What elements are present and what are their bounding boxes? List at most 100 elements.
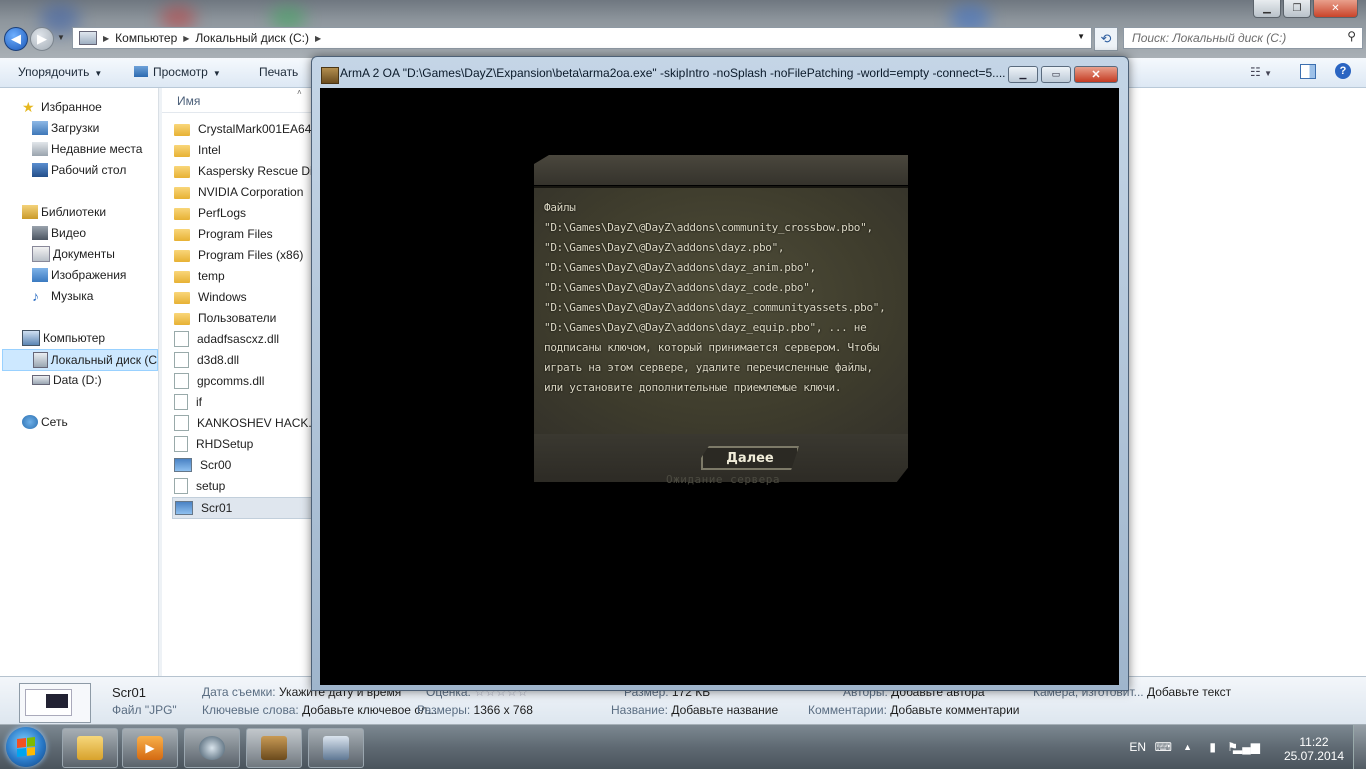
file-row[interactable]: CrystalMark001EA64D [174,119,312,139]
print-button[interactable]: Печать [259,65,298,79]
nav-libraries[interactable]: Библиотеки [22,202,106,222]
file-row[interactable]: setup [174,476,312,496]
recent-pages-dropdown[interactable]: ▼ [57,33,65,42]
nav-label: Избранное [41,100,102,114]
nav-label: Видео [51,226,87,240]
nav-recent[interactable]: Недавние места [32,139,142,159]
file-name: Program Files (x86) [198,248,304,262]
arma-maximize-button[interactable]: ▭ [1041,66,1071,83]
taskbar-screenshot-tool[interactable] [308,728,364,768]
breadcrumb-local-disk[interactable]: Локальный диск (C:) [195,31,309,45]
preview-pane-button[interactable] [1300,64,1316,79]
chevron-right-icon: ▶ [183,33,190,43]
details-title[interactable]: Название: Добавьте название [611,703,778,717]
start-button[interactable] [6,727,46,767]
back-button[interactable]: ◀ [4,27,28,51]
file-name: Windows [198,290,247,304]
help-button[interactable]: ? [1335,63,1351,79]
system-tray: EN ⌨ ▲ ▮ ⚑ ▂▄▆ 11:22 25.07.2014 [1106,725,1366,769]
dialog-body: Файлы "D:\Games\DayZ\@DayZ\addons\commun… [534,186,908,436]
minimize-button[interactable]: ▁ [1253,0,1281,18]
taskbar-media-player[interactable]: ▶ [122,728,178,768]
organize-button[interactable]: Упорядочить ▼ [18,65,102,79]
details-filename: Scr01 [112,685,146,700]
breadcrumb-computer[interactable]: Компьютер [115,31,177,45]
file-row[interactable]: if [174,392,312,412]
arrow-left-icon: ◀ [11,31,21,46]
file-row[interactable]: gpcomms.dll [174,371,312,391]
image-file-icon [175,501,193,515]
change-view-button[interactable]: ☷ ▼ [1250,65,1272,79]
chevron-down-icon: ▼ [1264,69,1272,78]
file-row[interactable]: Program Files (x86) [174,245,312,265]
folder-icon [174,313,190,325]
nav-documents[interactable]: Документы [32,244,115,264]
forward-button[interactable]: ▶ [30,27,54,51]
taskbar-arma[interactable] [246,728,302,768]
file-list: Имя ˄ CrystalMark001EA64D Intel Kaspersky … [162,88,312,676]
nav-music[interactable]: ♪ Музыка [32,286,93,306]
file-row[interactable]: Scr01 [172,497,312,519]
view-button[interactable]: Просмотр ▼ [134,65,221,79]
nav-video[interactable]: Видео [32,223,86,243]
folder-icon [174,124,190,136]
file-row[interactable]: Windows [174,287,312,307]
star-icon: ★ [22,99,35,115]
details-keywords[interactable]: Ключевые слова: Добавьте ключевое сл... [202,703,437,717]
file-row[interactable]: Intel [174,140,312,160]
show-desktop-button[interactable] [1353,725,1366,769]
file-row[interactable]: adadfsascxz.dll [174,329,312,349]
keyboard-icon[interactable]: ⌨ [1155,740,1172,754]
file-row[interactable]: temp [174,266,312,286]
maximize-button[interactable]: ❐ [1283,0,1311,18]
nav-network[interactable]: Сеть [22,412,68,432]
network-signal-icon[interactable]: ▂▄▆ [1233,740,1260,754]
folder-icon [77,736,103,760]
clock[interactable]: 11:22 25.07.2014 [1284,735,1344,763]
file-row[interactable]: d3d8.dll [174,350,312,370]
details-comments[interactable]: Комментарии: Добавьте комментарии [808,703,1020,717]
nav-downloads[interactable]: Загрузки [32,118,99,138]
nav-data-disk[interactable]: Data (D:) [32,370,102,390]
nav-computer[interactable]: Компьютер [22,328,105,348]
show-hidden-icons-icon[interactable]: ▲ [1183,742,1192,752]
file-row[interactable]: Scr00 [174,455,312,475]
nav-local-disk[interactable]: Локальный диск (C [2,349,158,371]
taskbar-explorer[interactable] [62,728,118,768]
images-icon [32,268,48,282]
file-row[interactable]: NVIDIA Corporation [174,182,312,202]
nav-favorites[interactable]: ★ Избранное [22,97,102,117]
address-dropdown-icon[interactable]: ▼ [1077,32,1085,41]
taskbar-steam[interactable] [184,728,240,768]
arrow-right-icon: ▶ [37,31,47,46]
next-button[interactable]: Далее [701,446,799,470]
language-indicator[interactable]: EN [1129,740,1146,754]
file-row[interactable]: Program Files [174,224,312,244]
refresh-button[interactable]: ⟲ [1094,27,1118,51]
column-header-name[interactable]: Имя ˄ [162,88,312,113]
device-icon[interactable]: ▮ [1209,740,1216,754]
dimensions-value: 1366 x 768 [473,703,533,717]
file-row[interactable]: KANKOSHEV HACK.dll [174,413,312,433]
nav-label: Data (D:) [53,373,102,387]
nav-label: Библиотеки [41,205,107,219]
arma-minimize-button[interactable]: ▁ [1008,66,1038,83]
nav-label: Недавние места [51,142,143,156]
close-button[interactable]: ✕ [1313,0,1358,18]
search-placeholder: Поиск: Локальный диск (C:) [1132,31,1287,45]
address-bar[interactable]: ▶ Компьютер ▶ Локальный диск (C:) ▶ ▼ [72,27,1092,49]
title-label: Название: [611,703,668,717]
search-input[interactable]: Поиск: Локальный диск (C:) ⚲ [1123,27,1363,49]
file-name: CrystalMark001EA64D [198,122,312,136]
file-row[interactable]: Kaspersky Rescue Disk [174,161,312,181]
nav-desktop[interactable]: Рабочий стол [32,160,126,180]
arma-close-button[interactable]: ✕ [1074,66,1118,83]
file-name: adadfsascxz.dll [197,332,280,346]
file-row[interactable]: PerfLogs [174,203,312,223]
comments-label: Комментарии: [808,703,887,717]
nav-images[interactable]: Изображения [32,265,126,285]
file-row[interactable]: Пользователи [174,308,312,328]
document-icon [174,394,188,410]
chevron-down-icon: ▼ [212,69,221,78]
file-row[interactable]: RHDSetup [174,434,312,454]
